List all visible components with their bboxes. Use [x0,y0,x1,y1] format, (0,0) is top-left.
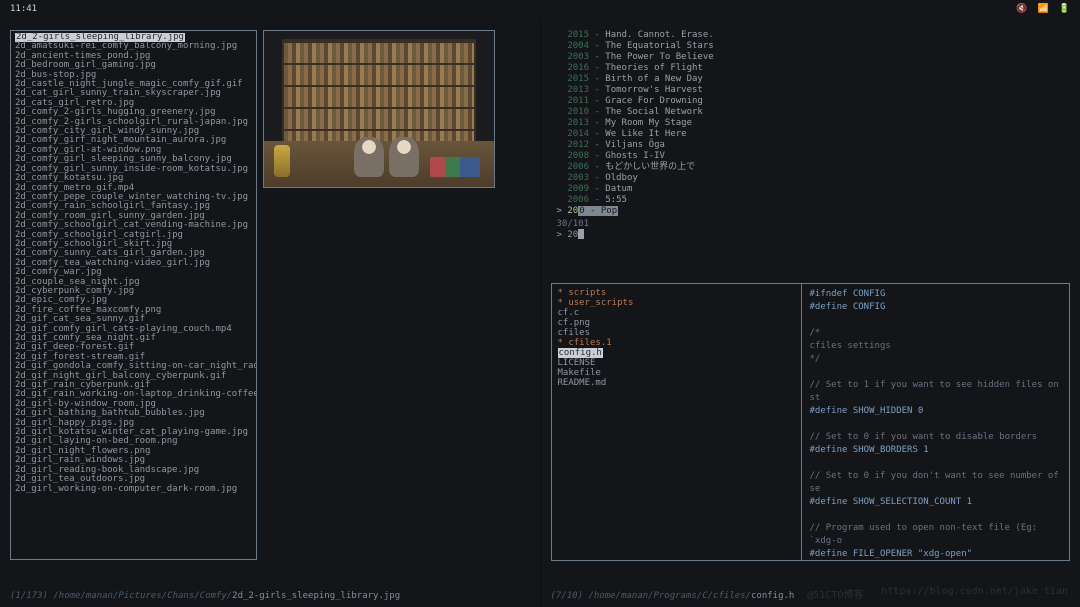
code-line [810,509,1062,522]
tree-item[interactable]: cf.c [558,308,795,318]
code-line [810,366,1062,379]
code-line: // Set to 0 if you want to disable borde… [810,431,1062,444]
code-line: // Set to 0 if you don't want to see num… [810,470,1062,496]
left-statusline: (1/173) /home/manan/Pictures/Chans/Comfy… [10,591,400,601]
tree-item[interactable]: * scripts [558,288,795,298]
result-line[interactable]: 2014 - We Like It Here [557,129,1071,140]
cursor-icon [578,229,584,239]
code-line: cfiles settings [810,340,1062,353]
result-line[interactable]: 2013 - My Room My Stage [557,118,1071,129]
statusbar: 11:41 🔇 📶 🔋 [0,0,1080,18]
result-line[interactable]: 2006 - もどかしい世界の上で [557,162,1071,173]
code-line: #define CONFIG [810,301,1062,314]
tree-item[interactable]: LICENSE [558,358,795,368]
tree-item[interactable]: cfiles [558,328,795,338]
search-prompt[interactable]: > 20 [557,229,1071,240]
result-line[interactable]: 2003 - Oldboy [557,173,1071,184]
code-line: #define SHOW_HIDDEN 0 [810,405,1062,418]
image-preview [263,30,495,188]
wifi-icon[interactable]: 📶 [1038,4,1049,14]
result-line[interactable]: 2009 - Datum [557,184,1071,195]
list-item[interactable]: 2d_girl_working-on-computer_dark-room.jp… [15,485,252,494]
result-line[interactable]: 2003 - The Power To Believe [557,52,1071,63]
tree-item[interactable]: config.h [558,348,795,358]
match-counter: 30/101 [557,219,1071,229]
result-line[interactable]: 2015 - Hand. Cannot. Erase. [557,30,1071,41]
left-pane: 2d_2-girls_sleeping_library.jpg2d_amatsu… [0,20,540,607]
battery-icon[interactable]: 🔋 [1059,4,1070,14]
file-count: (1/173) [10,591,48,601]
current-file: config.h [751,591,794,601]
file-list[interactable]: 2d_2-girls_sleeping_library.jpg2d_amatsu… [10,30,257,560]
code-line: #ifndef CONFIG [810,288,1062,301]
code-line: // Program used to open non-text file (E… [810,522,1062,548]
tree-item[interactable]: cf.png [558,318,795,328]
result-line[interactable]: 2008 - Ghosts I-IV [557,151,1071,162]
result-line[interactable]: 2006 - 5:55 [557,195,1071,206]
result-line[interactable]: 2010 - The Social Network [557,107,1071,118]
result-line[interactable]: 2013 - Tomorrow's Harvest [557,85,1071,96]
result-line[interactable]: 2015 - Birth of a New Day [557,74,1071,85]
code-line [810,314,1062,327]
result-line[interactable]: 2004 - The Equatorial Stars [557,41,1071,52]
tree-item[interactable]: * user_scripts [558,298,795,308]
fzf-results[interactable]: 2015 - Hand. Cannot. Erase. 2004 - The E… [551,30,1071,240]
watermarks: @51CTO博客 https://blog.csdn.net/jake_tian [807,586,1068,601]
cfiles-tree[interactable]: * scripts* user_scriptscf.ccf.pngcfiles*… [552,284,802,560]
right-pane: 2015 - Hand. Cannot. Erase. 2004 - The E… [540,20,1080,607]
code-line [810,418,1062,431]
result-line[interactable]: 2016 - Theories of Flight [557,63,1071,74]
result-line[interactable]: 2012 - Viljans Öga [557,140,1071,151]
clock: 11:41 [10,4,37,14]
code-line: // Set to 1 if you want to see hidden fi… [810,379,1062,405]
tree-item[interactable]: * cfiles.1 [558,338,795,348]
code-line: #define FILE_OPENER "xdg-open" [810,548,1062,560]
result-line-selected[interactable]: > 200 - Pop [557,206,1071,217]
code-line: */ [810,353,1062,366]
watermark-b: https://blog.csdn.net/jake_tian [881,586,1068,601]
file-preview: #ifndef CONFIG#define CONFIG /* cfiles s… [802,284,1070,560]
code-line [810,457,1062,470]
file-count: (7/10) [551,591,584,601]
cfiles-panel: * scripts* user_scriptscf.ccf.pngcfiles*… [551,283,1071,561]
code-line: #define SHOW_SELECTION_COUNT 1 [810,496,1062,509]
current-file: 2d_2-girls_sleeping_library.jpg [232,591,400,601]
code-line: /* [810,327,1062,340]
mute-icon[interactable]: 🔇 [1016,4,1027,14]
tree-item[interactable]: README.md [558,378,795,388]
tree-item[interactable]: Makefile [558,368,795,378]
watermark-a: @51CTO博客 [807,586,863,601]
result-line[interactable]: 2011 - Grace For Drowning [557,96,1071,107]
right-statusline: (7/10) /home/manan/Programs/C/cfiles/con… [551,591,795,601]
file-path: /home/manan/Programs/C/cfiles/ [588,591,751,601]
code-line: #define SHOW_BORDERS 1 [810,444,1062,457]
file-path: /home/manan/Pictures/Chans/Comfy/ [53,591,232,601]
